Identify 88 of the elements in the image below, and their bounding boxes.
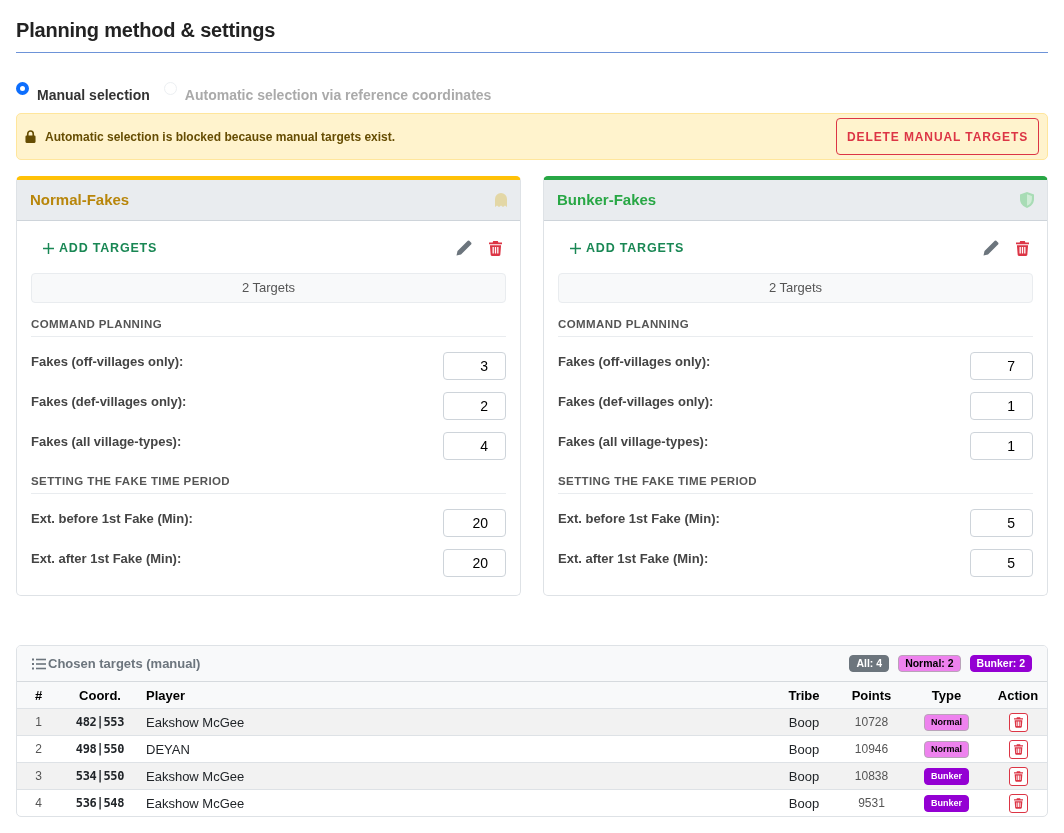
field-label: Fakes (all village-types): bbox=[31, 433, 182, 449]
target-count: 2 Targets bbox=[558, 273, 1033, 303]
delete-button[interactable] bbox=[1008, 793, 1028, 813]
column-header: Player bbox=[145, 687, 187, 703]
count-badge: All: 4 bbox=[849, 655, 890, 672]
points-cell-text: 9531 bbox=[857, 795, 886, 811]
row-number: 2 bbox=[34, 741, 43, 757]
section-title: SETTING THE FAKE TIME PERIOD bbox=[31, 475, 506, 494]
player-cell-text: DEYAN bbox=[145, 741, 191, 757]
row-number: 1 bbox=[34, 714, 43, 730]
field-label: Fakes (off-villages only): bbox=[31, 353, 184, 369]
coordinate-cell-text: 498|550 bbox=[74, 741, 126, 757]
coordinate-cell-text: 482|553 bbox=[74, 714, 126, 730]
row-number: 3 bbox=[34, 768, 43, 784]
panel-title: Chosen targets (manual) bbox=[48, 656, 202, 671]
delete-button[interactable] bbox=[1008, 739, 1028, 759]
card-title: Normal-Fakes bbox=[30, 191, 130, 209]
number-field[interactable]: 3 bbox=[443, 352, 506, 380]
type-badge: Normal bbox=[924, 713, 969, 731]
delete-button[interactable] bbox=[1008, 766, 1028, 786]
number-field[interactable]: 1 bbox=[970, 392, 1033, 420]
field-label: Fakes (def-villages only): bbox=[558, 393, 714, 409]
column-header: Action bbox=[996, 687, 1040, 703]
trash-icon bbox=[1013, 770, 1023, 782]
column-header: Points bbox=[850, 687, 893, 703]
number-field[interactable]: 2 bbox=[443, 392, 506, 420]
field-label: Fakes (all village-types): bbox=[558, 433, 709, 449]
number-field[interactable]: 1 bbox=[970, 432, 1033, 460]
number-field[interactable]: 5 bbox=[970, 549, 1033, 577]
type-badge: Bunker bbox=[924, 794, 969, 812]
page-title: Planning method & settings bbox=[16, 18, 276, 43]
number-field[interactable]: 20 bbox=[443, 509, 506, 537]
trash-icon bbox=[1013, 743, 1023, 755]
section-title: COMMAND PLANNING bbox=[558, 318, 1033, 337]
points-cell-text: 10838 bbox=[853, 768, 890, 784]
points-cell-text: 10728 bbox=[853, 714, 890, 730]
tribe-cell-text: Boop bbox=[787, 741, 821, 757]
field-label: Fakes (def-villages only): bbox=[31, 393, 187, 409]
column-header: Tribe bbox=[787, 687, 821, 703]
list-icon bbox=[32, 657, 46, 670]
ghost-icon bbox=[495, 193, 507, 207]
delete-manual-targets-button[interactable]: DELETE MANUAL TARGETS bbox=[836, 118, 1039, 155]
radio-button[interactable] bbox=[16, 82, 29, 95]
section-title: COMMAND PLANNING bbox=[31, 318, 506, 337]
column-header: Coord. bbox=[78, 687, 122, 703]
player-cell-text: Eakshow McGee bbox=[145, 768, 246, 784]
lock-icon bbox=[25, 130, 36, 143]
row-number: 4 bbox=[34, 795, 43, 811]
add-targets-button[interactable]: ADD TARGETS bbox=[558, 233, 685, 263]
alert-message: Automatic selection is blocked because manual targets exist. bbox=[45, 129, 397, 144]
add-targets-button[interactable]: ADD TARGETS bbox=[31, 233, 158, 263]
trash-icon bbox=[1016, 240, 1029, 256]
delete-button[interactable] bbox=[1008, 712, 1028, 732]
field-label: Ext. before 1st Fake (Min): bbox=[31, 510, 193, 526]
plus-icon bbox=[570, 242, 581, 254]
points-cell-text: 10946 bbox=[853, 741, 890, 757]
pencil-icon bbox=[456, 240, 472, 256]
number-field[interactable]: 20 bbox=[443, 549, 506, 577]
tribe-cell-text: Boop bbox=[787, 795, 821, 811]
number-field[interactable]: 7 bbox=[970, 352, 1033, 380]
field-label: Ext. after 1st Fake (Min): bbox=[31, 550, 182, 566]
number-field[interactable]: 4 bbox=[443, 432, 506, 460]
radio-option[interactable]: Manual selection bbox=[16, 81, 150, 103]
count-badge: Bunker: 2 bbox=[969, 655, 1032, 672]
tribe-cell-text: Boop bbox=[787, 714, 821, 730]
type-badge: Bunker bbox=[924, 767, 969, 785]
card-title: Bunker-Fakes bbox=[557, 191, 657, 209]
field-label: Ext. after 1st Fake (Min): bbox=[558, 550, 709, 566]
section-title: SETTING THE FAKE TIME PERIOD bbox=[558, 475, 1033, 494]
count-badge: Normal: 2 bbox=[898, 655, 961, 672]
number-field[interactable]: 5 bbox=[970, 509, 1033, 537]
column-header: # bbox=[33, 687, 44, 703]
trash-icon bbox=[489, 240, 502, 256]
player-cell-text: Eakshow McGee bbox=[145, 795, 246, 811]
type-badge: Normal bbox=[924, 740, 969, 758]
player-cell-text: Eakshow McGee bbox=[145, 714, 246, 730]
plus-icon bbox=[43, 242, 54, 254]
coordinate-cell-text: 534|550 bbox=[74, 768, 126, 784]
coordinate-cell-text: 536|548 bbox=[74, 795, 126, 811]
target-count: 2 Targets bbox=[31, 273, 506, 303]
trash-icon bbox=[1013, 797, 1023, 809]
column-header: Type bbox=[930, 687, 963, 703]
field-label: Ext. before 1st Fake (Min): bbox=[558, 510, 720, 526]
field-label: Fakes (off-villages only): bbox=[558, 353, 711, 369]
trash-icon bbox=[1013, 716, 1023, 728]
shield-icon bbox=[1020, 192, 1034, 208]
tribe-cell-text: Boop bbox=[787, 768, 821, 784]
pencil-icon bbox=[983, 240, 999, 256]
